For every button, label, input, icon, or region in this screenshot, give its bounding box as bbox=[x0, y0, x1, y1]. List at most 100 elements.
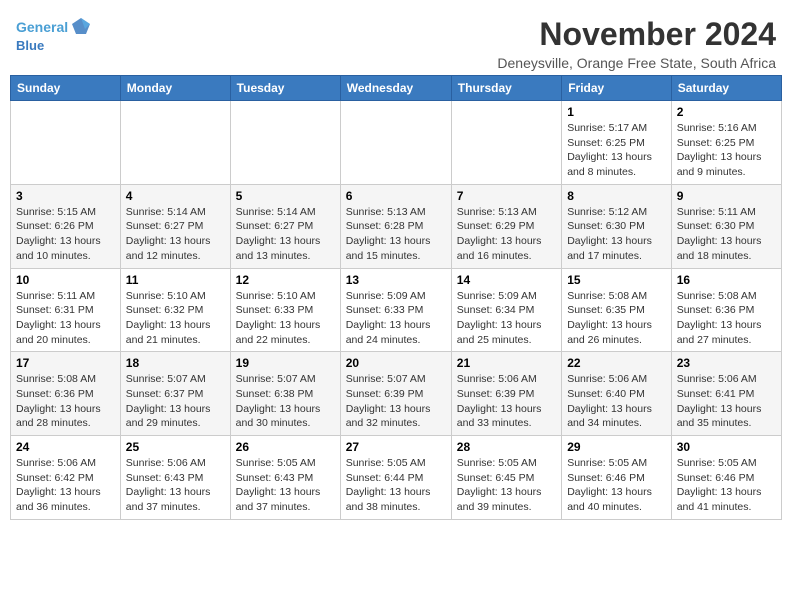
calendar-week-row: 17 Sunrise: 5:08 AM Sunset: 6:36 PM Dayli… bbox=[11, 352, 782, 436]
day-number: 9 bbox=[677, 189, 776, 203]
day-number: 22 bbox=[567, 356, 666, 370]
logo-text: General bbox=[16, 19, 68, 36]
calendar-cell: 24 Sunrise: 5:06 AM Sunset: 6:42 PM Dayli… bbox=[11, 436, 121, 520]
day-info: Sunrise: 5:13 AM Sunset: 6:28 PM Dayligh… bbox=[346, 205, 446, 264]
day-number: 30 bbox=[677, 440, 776, 454]
day-number: 27 bbox=[346, 440, 446, 454]
day-info: Sunrise: 5:07 AM Sunset: 6:38 PM Dayligh… bbox=[236, 372, 335, 431]
calendar-cell: 11Sunrise: 5:10 AM Sunset: 6:32 PM Dayli… bbox=[120, 268, 230, 352]
day-number: 26 bbox=[236, 440, 335, 454]
day-number: 8 bbox=[567, 189, 666, 203]
day-number: 10 bbox=[16, 273, 115, 287]
day-info: Sunrise: 5:06 AM Sunset: 6:41 PM Dayligh… bbox=[677, 372, 776, 431]
calendar-cell: 19 Sunrise: 5:07 AM Sunset: 6:38 PM Dayli… bbox=[230, 352, 340, 436]
day-info: Sunrise: 5:07 AM Sunset: 6:37 PM Dayligh… bbox=[126, 372, 225, 431]
day-number: 13 bbox=[346, 273, 446, 287]
calendar-cell: 5Sunrise: 5:14 AM Sunset: 6:27 PM Daylig… bbox=[230, 184, 340, 268]
calendar-cell: 10 Sunrise: 5:11 AM Sunset: 6:31 PM Dayli… bbox=[11, 268, 121, 352]
day-info: Sunrise: 5:09 AM Sunset: 6:34 PM Dayligh… bbox=[457, 289, 556, 348]
day-info: Sunrise: 5:12 AM Sunset: 6:30 PM Dayligh… bbox=[567, 205, 666, 264]
calendar-cell: 1 Sunrise: 5:17 AM Sunset: 6:25 PM Daylig… bbox=[562, 101, 672, 185]
day-info: Sunrise: 5:10 AM Sunset: 6:33 PM Dayligh… bbox=[236, 289, 335, 348]
calendar-cell: 7Sunrise: 5:13 AM Sunset: 6:29 PM Daylig… bbox=[451, 184, 561, 268]
calendar-cell: 27 Sunrise: 5:05 AM Sunset: 6:44 PM Dayli… bbox=[340, 436, 451, 520]
day-info: Sunrise: 5:08 AM Sunset: 6:36 PM Dayligh… bbox=[677, 289, 776, 348]
calendar-cell: 29 Sunrise: 5:05 AM Sunset: 6:46 PM Dayli… bbox=[562, 436, 672, 520]
day-info: Sunrise: 5:05 AM Sunset: 6:45 PM Dayligh… bbox=[457, 456, 556, 515]
weekday-header: Friday bbox=[562, 76, 672, 101]
calendar-cell: 22Sunrise: 5:06 AM Sunset: 6:40 PM Dayli… bbox=[562, 352, 672, 436]
day-number: 6 bbox=[346, 189, 446, 203]
calendar-cell: 25 Sunrise: 5:06 AM Sunset: 6:43 PM Dayli… bbox=[120, 436, 230, 520]
day-info: Sunrise: 5:14 AM Sunset: 6:27 PM Dayligh… bbox=[126, 205, 225, 264]
calendar-cell: 18Sunrise: 5:07 AM Sunset: 6:37 PM Dayli… bbox=[120, 352, 230, 436]
day-number: 16 bbox=[677, 273, 776, 287]
day-number: 5 bbox=[236, 189, 335, 203]
calendar-header: SundayMondayTuesdayWednesdayThursdayFrid… bbox=[11, 76, 782, 101]
calendar-cell: 8 Sunrise: 5:12 AM Sunset: 6:30 PM Daylig… bbox=[562, 184, 672, 268]
logo-icon bbox=[70, 16, 92, 38]
title-block: November 2024 Deneysville, Orange Free S… bbox=[497, 16, 776, 71]
calendar-week-row: 3 Sunrise: 5:15 AM Sunset: 6:26 PM Daylig… bbox=[11, 184, 782, 268]
calendar-cell: 12 Sunrise: 5:10 AM Sunset: 6:33 PM Dayli… bbox=[230, 268, 340, 352]
day-number: 25 bbox=[126, 440, 225, 454]
calendar-cell: 23 Sunrise: 5:06 AM Sunset: 6:41 PM Dayli… bbox=[671, 352, 781, 436]
day-info: Sunrise: 5:16 AM Sunset: 6:25 PM Dayligh… bbox=[677, 121, 776, 180]
day-number: 12 bbox=[236, 273, 335, 287]
month-title: November 2024 bbox=[497, 16, 776, 53]
calendar-cell: 3 Sunrise: 5:15 AM Sunset: 6:26 PM Daylig… bbox=[11, 184, 121, 268]
day-info: Sunrise: 5:08 AM Sunset: 6:35 PM Dayligh… bbox=[567, 289, 666, 348]
weekday-header: Sunday bbox=[11, 76, 121, 101]
weekday-header: Thursday bbox=[451, 76, 561, 101]
calendar-week-row: 10 Sunrise: 5:11 AM Sunset: 6:31 PM Dayli… bbox=[11, 268, 782, 352]
calendar-cell: 30 Sunrise: 5:05 AM Sunset: 6:46 PM Dayli… bbox=[671, 436, 781, 520]
day-info: Sunrise: 5:09 AM Sunset: 6:33 PM Dayligh… bbox=[346, 289, 446, 348]
calendar-cell: 15 Sunrise: 5:08 AM Sunset: 6:35 PM Dayli… bbox=[562, 268, 672, 352]
day-info: Sunrise: 5:06 AM Sunset: 6:43 PM Dayligh… bbox=[126, 456, 225, 515]
logo-blue: Blue bbox=[16, 38, 92, 54]
day-info: Sunrise: 5:05 AM Sunset: 6:46 PM Dayligh… bbox=[567, 456, 666, 515]
calendar-cell: 2 Sunrise: 5:16 AM Sunset: 6:25 PM Daylig… bbox=[671, 101, 781, 185]
day-number: 20 bbox=[346, 356, 446, 370]
day-info: Sunrise: 5:05 AM Sunset: 6:44 PM Dayligh… bbox=[346, 456, 446, 515]
calendar-week-row: 1 Sunrise: 5:17 AM Sunset: 6:25 PM Daylig… bbox=[11, 101, 782, 185]
day-number: 17 bbox=[16, 356, 115, 370]
day-info: Sunrise: 5:11 AM Sunset: 6:31 PM Dayligh… bbox=[16, 289, 115, 348]
day-info: Sunrise: 5:05 AM Sunset: 6:43 PM Dayligh… bbox=[236, 456, 335, 515]
day-number: 21 bbox=[457, 356, 556, 370]
calendar-cell: 6 Sunrise: 5:13 AM Sunset: 6:28 PM Daylig… bbox=[340, 184, 451, 268]
day-number: 29 bbox=[567, 440, 666, 454]
calendar-cell: 26 Sunrise: 5:05 AM Sunset: 6:43 PM Dayli… bbox=[230, 436, 340, 520]
location-subtitle: Deneysville, Orange Free State, South Af… bbox=[497, 55, 776, 71]
day-number: 15 bbox=[567, 273, 666, 287]
day-number: 19 bbox=[236, 356, 335, 370]
weekday-header: Tuesday bbox=[230, 76, 340, 101]
day-info: Sunrise: 5:08 AM Sunset: 6:36 PM Dayligh… bbox=[16, 372, 115, 431]
day-info: Sunrise: 5:15 AM Sunset: 6:26 PM Dayligh… bbox=[16, 205, 115, 264]
day-number: 11 bbox=[126, 273, 225, 287]
day-info: Sunrise: 5:05 AM Sunset: 6:46 PM Dayligh… bbox=[677, 456, 776, 515]
day-number: 3 bbox=[16, 189, 115, 203]
calendar-cell: 20Sunrise: 5:07 AM Sunset: 6:39 PM Dayli… bbox=[340, 352, 451, 436]
day-info: Sunrise: 5:17 AM Sunset: 6:25 PM Dayligh… bbox=[567, 121, 666, 180]
day-number: 2 bbox=[677, 105, 776, 119]
calendar-cell bbox=[120, 101, 230, 185]
calendar-cell bbox=[11, 101, 121, 185]
calendar-cell bbox=[451, 101, 561, 185]
day-info: Sunrise: 5:06 AM Sunset: 6:42 PM Dayligh… bbox=[16, 456, 115, 515]
calendar-table: SundayMondayTuesdayWednesdayThursdayFrid… bbox=[10, 75, 782, 520]
day-number: 23 bbox=[677, 356, 776, 370]
day-number: 4 bbox=[126, 189, 225, 203]
calendar-cell: 17 Sunrise: 5:08 AM Sunset: 6:36 PM Dayli… bbox=[11, 352, 121, 436]
page-header: General Blue November 2024 Deneysville, … bbox=[10, 10, 782, 71]
weekday-header: Saturday bbox=[671, 76, 781, 101]
calendar-cell: 13 Sunrise: 5:09 AM Sunset: 6:33 PM Dayli… bbox=[340, 268, 451, 352]
day-number: 28 bbox=[457, 440, 556, 454]
day-number: 24 bbox=[16, 440, 115, 454]
calendar-week-row: 24 Sunrise: 5:06 AM Sunset: 6:42 PM Dayli… bbox=[11, 436, 782, 520]
calendar-cell bbox=[230, 101, 340, 185]
day-number: 7 bbox=[457, 189, 556, 203]
day-number: 1 bbox=[567, 105, 666, 119]
calendar-cell: 16 Sunrise: 5:08 AM Sunset: 6:36 PM Dayli… bbox=[671, 268, 781, 352]
calendar-cell: 9Sunrise: 5:11 AM Sunset: 6:30 PM Daylig… bbox=[671, 184, 781, 268]
